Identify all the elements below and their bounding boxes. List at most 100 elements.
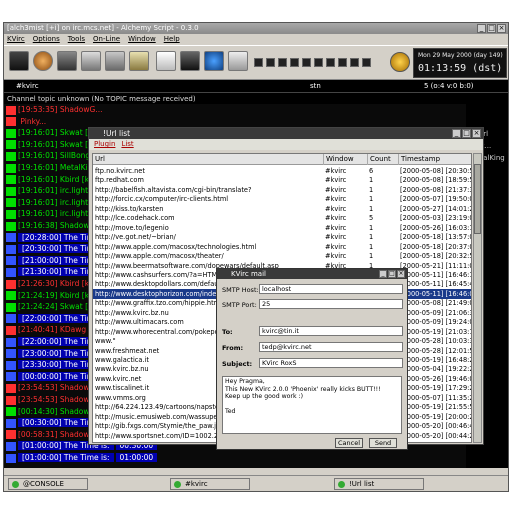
menu-online[interactable]: On-Line: [93, 34, 120, 45]
connect-icon[interactable]: [9, 51, 29, 71]
quit-icon: [6, 383, 16, 393]
menu-list[interactable]: List: [121, 139, 133, 150]
tool-small-icon-8[interactable]: [338, 58, 347, 67]
mail-close-button[interactable]: ×: [397, 270, 405, 278]
tool-small-icon-7[interactable]: [326, 58, 335, 67]
channel-line-text: [01:00:00] The Time is:: [18, 453, 114, 462]
face-icon[interactable]: [33, 51, 53, 71]
title-bar: [alch3mist [+i] on irc.mcs.net] - Alchem…: [4, 23, 508, 34]
server-icon[interactable]: [105, 51, 125, 71]
url-list-menu: Plugin List: [89, 139, 483, 150]
quit-icon: [6, 395, 16, 405]
maximize-button[interactable]: □: [487, 24, 496, 33]
column-count[interactable]: Count: [368, 154, 399, 165]
channel-line-text: [19:53:35] ShadowG...: [18, 105, 103, 114]
smtp-port-label: SMTP Port:: [222, 301, 257, 309]
tool-small-icon-1[interactable]: [254, 58, 263, 67]
task-kvirc-channel[interactable]: #kvirc: [170, 478, 250, 490]
document-icon[interactable]: [156, 51, 176, 71]
tool-small-icon-6[interactable]: [314, 58, 323, 67]
gear-icon[interactable]: [81, 51, 101, 71]
smtp-host-field[interactable]: localhost: [259, 284, 403, 294]
topic-bar[interactable]: Channel topic unknown (No TOPIC message …: [4, 92, 508, 104]
timer-icon: [6, 267, 16, 277]
mail-minimize-button[interactable]: _: [379, 270, 387, 278]
topic-text: Channel topic unknown (No TOPIC message …: [7, 95, 196, 103]
quit-icon: [6, 117, 16, 127]
channel-name: #kvirc: [16, 82, 39, 90]
channel-user-count: 5 (o:4 v:0 b:0): [424, 82, 474, 90]
url-table-header: Url Window Count Timestamp: [93, 154, 471, 165]
menu-bar: KVirc Options Tools On-Line Window Help: [4, 34, 508, 45]
tool-small-icon-5[interactable]: [302, 58, 311, 67]
kvirc-main-window: [alch3mist [+i] on irc.mcs.net] - Alchem…: [3, 22, 509, 492]
menu-options[interactable]: Options: [33, 34, 60, 45]
mail-body[interactable]: Hey Pragma, This New KVirc 2.0.0 'Phoeni…: [222, 376, 402, 434]
timer-icon: [6, 233, 16, 243]
url-list-maximize-button[interactable]: □: [462, 129, 471, 138]
task-url-list[interactable]: !Url list: [334, 478, 424, 490]
terminal-icon[interactable]: [57, 51, 77, 71]
window-list-icon[interactable]: [180, 51, 200, 71]
mail-title-bar[interactable]: KVirc mail _ □ ×: [217, 269, 407, 279]
to-field[interactable]: kvirc@tin.it: [259, 326, 403, 336]
smtp-port-field[interactable]: 25: [259, 299, 403, 309]
quit-icon: [6, 105, 16, 115]
join-arrow-icon: [6, 163, 16, 173]
url-list-minimize-button[interactable]: _: [452, 129, 461, 138]
task-console[interactable]: @CONSOLE: [8, 478, 88, 490]
tool-small-icon-3[interactable]: [278, 58, 287, 67]
from-field[interactable]: tedp@kvirc.net: [259, 342, 403, 352]
join-arrow-icon: [6, 302, 16, 312]
quit-icon: [6, 430, 16, 440]
menu-plugin[interactable]: Plugin: [94, 139, 115, 150]
smtp-host-label: SMTP Host:: [222, 286, 259, 294]
tool-small-icon-4[interactable]: [290, 58, 299, 67]
menu-tools[interactable]: Tools: [68, 34, 85, 45]
channel-line: [19:53:35] ShadowG...: [6, 104, 466, 116]
join-arrow-icon: [6, 128, 16, 138]
url-list-title: !Url list: [103, 129, 131, 138]
timer-icon: [6, 418, 16, 428]
mail-maximize-button[interactable]: □: [388, 270, 396, 278]
channel-line-value: 01:00:00: [115, 453, 158, 462]
channel-line: Pinky...: [6, 116, 466, 128]
timer-icon: [6, 441, 16, 451]
tool-small-icon-9[interactable]: [350, 58, 359, 67]
menu-help[interactable]: Help: [164, 34, 180, 45]
join-arrow-icon: [6, 209, 16, 219]
edit-icon[interactable]: [228, 51, 248, 71]
column-url[interactable]: Url: [93, 154, 324, 165]
join-arrow-icon: [6, 407, 16, 417]
column-timestamp[interactable]: Timestamp: [399, 154, 471, 165]
taskbar: @CONSOLE #kvirc !Url list: [4, 475, 508, 491]
join-arrow-icon: [6, 175, 16, 185]
url-list-title-bar[interactable]: !Url list _ □ ×: [89, 128, 483, 139]
notes-icon[interactable]: [129, 51, 149, 71]
from-label: From:: [222, 344, 244, 352]
scrollbar-thumb[interactable]: [474, 164, 481, 234]
url-list-scrollbar[interactable]: [473, 153, 482, 443]
help-icon[interactable]: [204, 51, 224, 71]
tool-small-icon-10[interactable]: [362, 58, 371, 67]
close-button[interactable]: ×: [497, 24, 506, 33]
send-button[interactable]: Send: [369, 438, 397, 448]
channel-mode: stn: [310, 82, 321, 90]
timestamp-cell: [2000-05-20] [00:44:26]: [400, 431, 471, 440]
minimize-button[interactable]: _: [477, 24, 486, 33]
column-window[interactable]: Window: [324, 154, 368, 165]
join-arrow-icon: [6, 140, 16, 150]
cancel-button[interactable]: Cancel: [335, 438, 363, 448]
join-arrow-icon: [6, 221, 16, 231]
menu-window[interactable]: Window: [128, 34, 156, 45]
url-list-icon: [338, 481, 345, 488]
mail-dialog: KVirc mail _ □ × SMTP Host: localhost SM…: [216, 268, 408, 450]
clock-time: 01:13:59 (dst): [418, 63, 503, 74]
menu-kvirc[interactable]: KVirc: [7, 34, 25, 45]
window-title: [alch3mist [+i] on irc.mcs.net] - Alchem…: [7, 24, 199, 32]
url-list-close-button[interactable]: ×: [472, 129, 481, 138]
subject-field[interactable]: KVirc RoxS: [259, 358, 403, 368]
tool-small-icon-2[interactable]: [266, 58, 275, 67]
clock-date: Mon 29 May 2000 (day 149): [418, 52, 503, 59]
sun-icon: [390, 52, 410, 72]
